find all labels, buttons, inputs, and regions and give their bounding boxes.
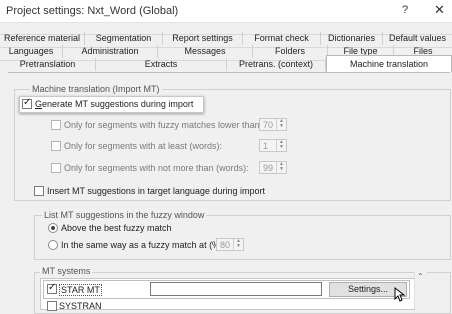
tab-report-settings[interactable]: Report settings [163,32,243,45]
help-button[interactable]: ? [402,4,408,16]
above-best-radio[interactable] [48,223,58,233]
not-more-spinner[interactable]: 99 ▲ ▼ [259,161,287,174]
title-bar: Project settings: Nxt_Word (Global) ? ✕ [0,0,452,23]
tab-dictionaries[interactable]: Dictionaries [321,32,383,45]
tab-languages[interactable]: Languages [0,45,63,58]
fuzzy-lower-checkbox[interactable] [51,120,61,130]
tab-administration[interactable]: Administration [63,45,158,58]
generate-mt-checkbox[interactable] [22,97,32,109]
mt-systems-scrollbar[interactable]: ⌃ [414,272,427,308]
at-least-label: Only for segments with at least (words): [64,141,223,151]
not-more-label: Only for segments with not more than (wo… [64,163,249,173]
tab-default-values[interactable]: Default values [383,32,452,45]
star-mt-label: STAR MT [59,284,102,296]
window-title: Project settings: Nxt_Word (Global) [6,5,179,17]
same-way-label: In the same way as a fuzzy match at (%): [61,240,226,250]
tab-messages[interactable]: Messages [158,45,253,58]
star-mt-input[interactable] [150,282,322,296]
tab-pretrans-context[interactable]: Pretrans. (context) [227,58,326,71]
insert-target-label: Insert MT suggestions in target language… [47,186,265,196]
fuzzy-window-group-label: List MT suggestions in the fuzzy window [42,210,207,220]
systran-checkbox[interactable] [47,301,57,311]
tab-pretranslation[interactable]: Pretranslation [0,58,96,71]
generate-mt-label: Generate MT suggestions during import [35,99,194,109]
tab-format-check[interactable]: Format check [243,32,321,45]
at-least-spinner[interactable]: 1 ▲ ▼ [259,139,287,152]
same-way-spinner[interactable]: 80 ▲ ▼ [216,238,244,251]
tab-segmentation[interactable]: Segmentation [85,32,163,45]
close-button[interactable]: ✕ [434,2,445,18]
tab-folders[interactable]: Folders [253,45,328,58]
tab-reference-material[interactable]: Reference material [0,32,85,45]
above-best-label: Above the best fuzzy match [61,223,172,233]
at-least-checkbox[interactable] [51,141,61,151]
scroll-up-icon[interactable]: ⌃ [417,272,424,281]
fuzzy-lower-spinner[interactable]: 70 ▲ ▼ [259,118,287,131]
same-way-radio[interactable] [48,240,58,250]
insert-target-checkbox[interactable] [34,186,44,196]
systran-label: SYSTRAN [59,301,102,311]
mt-systems-group-label: MT systems [40,266,93,276]
star-mt-checkbox[interactable] [47,282,57,294]
tab-machine-translation[interactable]: Machine translation [326,55,452,72]
mouse-pointer-icon [394,287,406,302]
fuzzy-lower-label: Only for segments with fuzzy matches low… [64,120,279,130]
not-more-checkbox[interactable] [51,163,61,173]
tab-extracts[interactable]: Extracts [96,58,227,71]
import-mt-group-label: Machine translation (Import MT) [30,84,162,94]
